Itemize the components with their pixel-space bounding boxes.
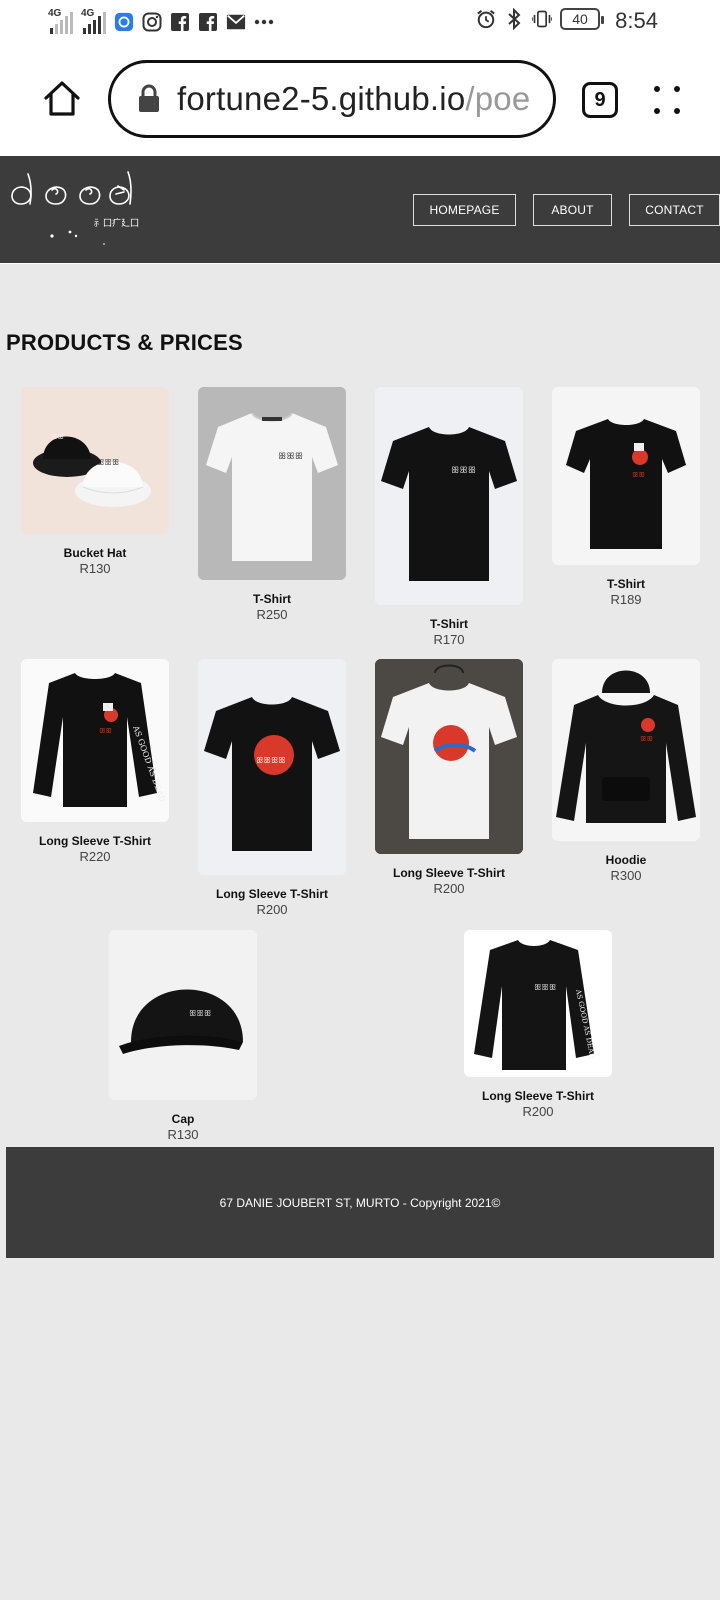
svg-text:⺬⼞⽧⼵⼞: ⺬⼞⽧⼵⼞ <box>94 217 139 229</box>
status-bar: 4G 4G 40 8:54 <box>0 0 720 46</box>
svg-text:ꕥꕥꕥꕥ: ꕥꕥꕥꕥ <box>256 756 286 765</box>
status-right: 40 <box>476 8 604 30</box>
product-price: R220 <box>79 849 111 864</box>
nav-contact[interactable]: CONTACT <box>629 194 720 226</box>
tab-switcher-button[interactable]: 9 <box>582 82 618 118</box>
lock-icon <box>139 84 159 112</box>
product-card[interactable]: ꕥꕥꕥ T-Shirt R250 <box>198 387 346 622</box>
product-price: R130 <box>79 561 111 576</box>
url-text: fortune2-5.github.io/poe <box>177 80 530 118</box>
product-card[interactable]: ꕥꕥ AS GOOD AS DEAD Long Sleeve T-Shirt R… <box>21 659 169 864</box>
product-card[interactable]: ꕥꕥꕥ T-Shirt R170 <box>375 387 523 647</box>
footer-text: 67 DANIE JOUBERT ST, MURTO - Copyright 2… <box>219 1195 501 1210</box>
product-card[interactable]: ꕥꕥ T-Shirt R189 <box>552 387 700 607</box>
bluetooth-icon <box>504 8 524 30</box>
product-name: T-Shirt <box>253 592 291 606</box>
site-header: ⺬⼞⽧⼵⼞ HOMEPAGE ABOUT CONTACT <box>0 156 720 264</box>
product-image[interactable]: ꕥꕥ AS GOOD AS DEAD <box>21 659 169 822</box>
address-bar[interactable]: fortune2-5.github.io/poe <box>108 60 556 138</box>
product-name: T-Shirt <box>607 577 645 591</box>
mail-icon <box>226 12 246 32</box>
signal-icon: 4G <box>81 8 106 34</box>
product-card[interactable]: ꕥꕥꕥꕥ Long Sleeve T-Shirt R200 <box>198 659 346 917</box>
product-price: R200 <box>256 902 288 917</box>
product-price: R200 <box>433 881 465 896</box>
nav-about[interactable]: ABOUT <box>533 194 612 226</box>
product-name: Cap <box>171 1112 195 1126</box>
app-icon <box>114 12 134 32</box>
svg-text:ꕥꕥ: ꕥꕥ <box>632 471 645 479</box>
product-card[interactable]: ꕥꕥ Hoodie R300 <box>552 659 700 883</box>
product-price: R200 <box>522 1104 554 1119</box>
product-image[interactable]: ꕥꕥꕥ <box>109 930 257 1100</box>
product-card[interactable]: ꕥꕥꕥ Cap R130 <box>109 930 257 1142</box>
vibrate-icon <box>532 9 552 29</box>
alarm-icon <box>476 9 496 29</box>
product-card[interactable]: Long Sleeve T-Shirt R200 <box>375 659 523 896</box>
home-button[interactable] <box>42 78 82 118</box>
product-card[interactable]: ꕥꕥꕥ AS GOOD AS DEAD Long Sleeve T-Shirt … <box>464 930 612 1119</box>
battery-icon: 40 <box>560 8 604 30</box>
facebook-icon <box>170 12 190 32</box>
site-footer: 67 DANIE JOUBERT ST, MURTO - Copyright 2… <box>6 1147 714 1258</box>
product-name: Hoodie <box>605 853 647 867</box>
product-image[interactable]: ꕥꕥꕥ <box>375 387 523 605</box>
svg-text:ꕥꕥ: ꕥꕥ <box>99 727 112 735</box>
home-icon <box>44 81 80 116</box>
battery-level: 40 <box>572 11 588 27</box>
url-path: /poe <box>465 80 531 117</box>
svg-text:ꕥꕥꕥ: ꕥꕥꕥ <box>189 1009 211 1018</box>
status-left: 4G 4G <box>48 8 274 34</box>
instagram-icon <box>142 12 162 32</box>
product-image[interactable]: ꕥꕥꕥ <box>198 387 346 580</box>
svg-text:ꕥꕥ: ꕥꕥ <box>51 433 64 441</box>
tab-count: 9 <box>594 88 606 111</box>
svg-text:ꕥꕥꕥ: ꕥꕥꕥ <box>97 458 119 467</box>
product-price: R170 <box>433 632 465 647</box>
nav-homepage[interactable]: HOMEPAGE <box>413 194 516 226</box>
brand-logo[interactable]: ⺬⼞⽧⼵⼞ <box>6 166 146 246</box>
browser-toolbar: fortune2-5.github.io/poe 9 <box>0 46 720 156</box>
facebook-icon <box>198 12 218 32</box>
browser-menu-button[interactable] <box>654 82 684 118</box>
network-type-label: 4G <box>81 8 95 19</box>
svg-text:ꕥꕥꕥ: ꕥꕥꕥ <box>451 466 476 476</box>
product-name: T-Shirt <box>430 617 468 631</box>
svg-text:ꕥꕥꕥ: ꕥꕥꕥ <box>278 452 303 462</box>
product-image[interactable]: ꕥꕥ <box>552 387 700 565</box>
svg-text:ꕥꕥꕥ: ꕥꕥꕥ <box>534 983 556 992</box>
url-host: fortune2-5.github.io <box>177 80 466 117</box>
product-price: R130 <box>167 1127 199 1142</box>
product-image[interactable]: ꕥꕥꕥ AS GOOD AS DEAD <box>464 930 612 1077</box>
product-name: Long Sleeve T-Shirt <box>481 1089 595 1103</box>
product-image[interactable]: ꕥꕥꕥꕥ <box>198 659 346 875</box>
more-icon <box>254 12 274 32</box>
product-image[interactable] <box>375 659 523 854</box>
product-image[interactable]: ꕥꕥꕥ ꕥꕥ <box>21 387 169 534</box>
clock: 8:54 <box>615 8 658 33</box>
svg-text:ꕥꕥ: ꕥꕥ <box>640 735 653 743</box>
product-price: R250 <box>256 607 288 622</box>
page-heading: PRODUCTS & PRICES <box>6 330 243 355</box>
product-card[interactable]: ꕥꕥꕥ ꕥꕥ Bucket Hat R130 <box>21 387 169 576</box>
product-name: Bucket Hat <box>63 546 127 560</box>
product-image[interactable]: ꕥꕥ <box>552 659 700 841</box>
product-price: R300 <box>610 868 642 883</box>
product-name: Long Sleeve T-Shirt <box>215 887 329 901</box>
signal-icon: 4G <box>48 8 73 34</box>
network-type-label: 4G <box>48 8 62 19</box>
product-name: Long Sleeve T-Shirt <box>392 866 506 880</box>
product-name: Long Sleeve T-Shirt <box>38 834 152 848</box>
product-price: R189 <box>610 592 642 607</box>
